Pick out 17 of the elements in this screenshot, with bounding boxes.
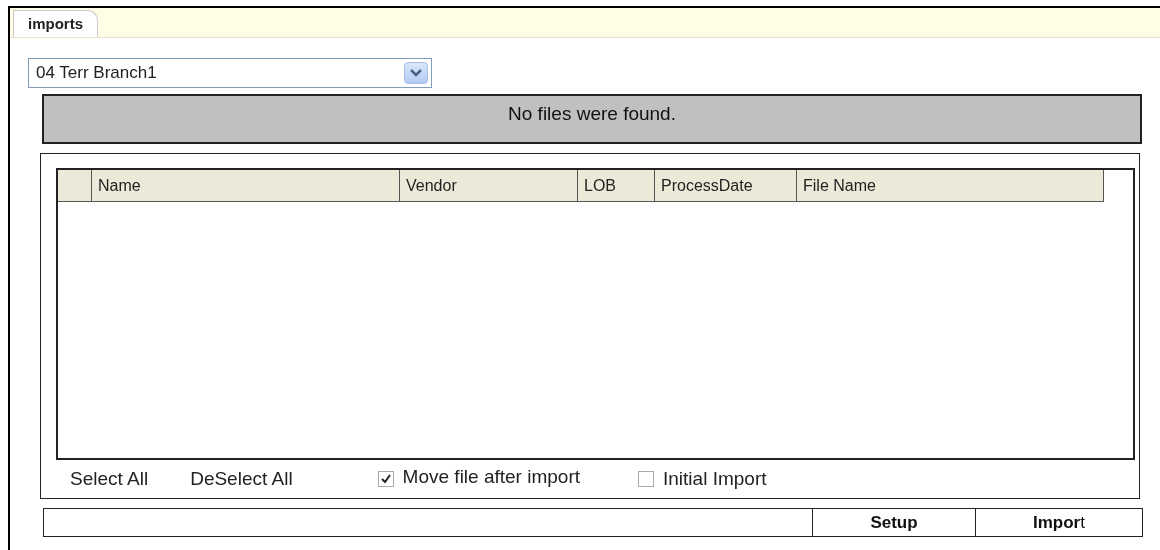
- action-button[interactable]: Import: [975, 509, 1142, 536]
- column-header[interactable]: Name: [92, 170, 400, 202]
- column-header[interactable]: LOB: [578, 170, 655, 202]
- message-bar: No files were found.: [42, 94, 1142, 144]
- column-header[interactable]: Vendor: [400, 170, 578, 202]
- checkbox[interactable]: [377, 471, 394, 487]
- action-button[interactable]: Setup: [812, 509, 975, 536]
- select-column-header: [58, 170, 92, 202]
- branch-select[interactable]: 04 Terr Branch1: [28, 58, 432, 88]
- tab[interactable]: imports: [13, 10, 98, 37]
- checkbox-label: Move file after import: [402, 464, 580, 489]
- select-all-link[interactable]: Select All: [70, 464, 149, 494]
- checkbox[interactable]: [638, 471, 654, 487]
- deselect-all-link[interactable]: DeSelect All: [190, 464, 293, 494]
- checkbox-label: Initial Import: [663, 466, 767, 491]
- column-header[interactable]: File Name: [797, 170, 1104, 202]
- column-header[interactable]: ProcessDate: [655, 170, 797, 202]
